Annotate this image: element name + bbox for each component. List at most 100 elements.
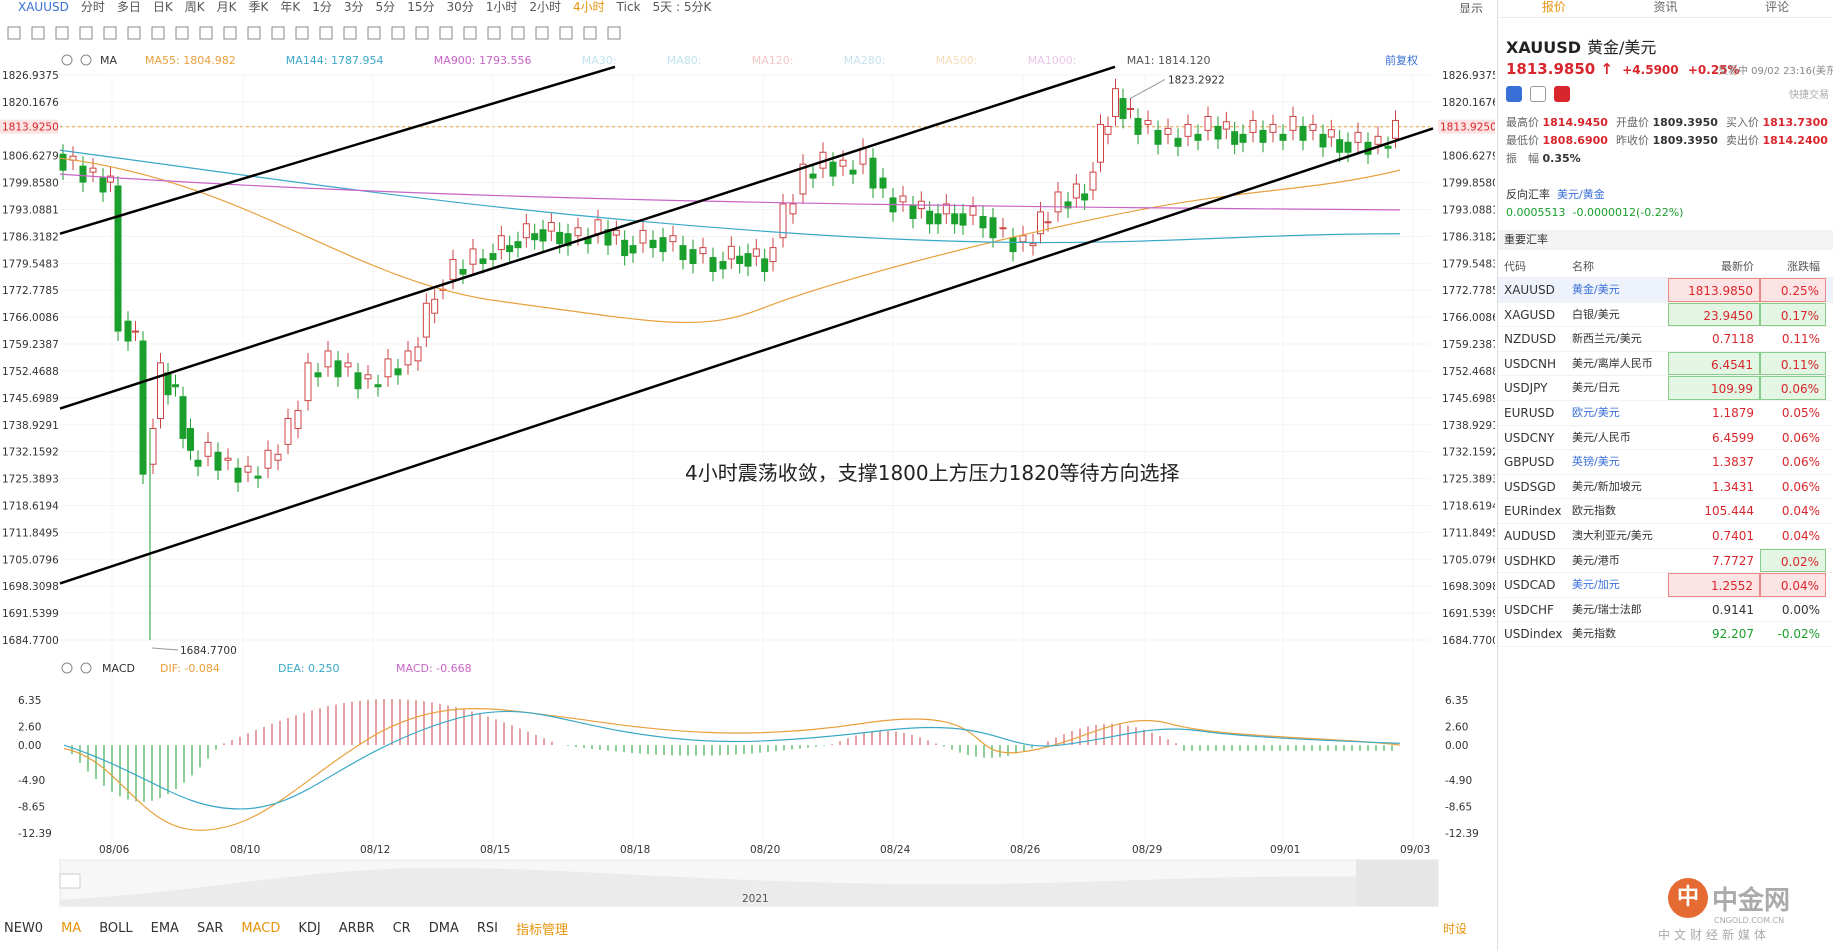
column-header[interactable]: 代码 bbox=[1498, 256, 1568, 277]
indicator-rsi[interactable]: RSI bbox=[477, 921, 498, 936]
period-14[interactable]: 4小时 bbox=[573, 0, 605, 13]
show-menu[interactable]: 显示 bbox=[1459, 0, 1483, 13]
period-13[interactable]: 2小时 bbox=[529, 0, 561, 13]
table-row[interactable]: EURindex 欧元指数 105.444 0.04% bbox=[1498, 499, 1833, 524]
indicator-manage-button[interactable]: 指标管理 bbox=[516, 919, 568, 938]
column-header[interactable]: 名称 bbox=[1568, 256, 1668, 277]
period-10[interactable]: 15分 bbox=[407, 0, 434, 13]
row-name: 新西兰元/美元 bbox=[1572, 332, 1642, 346]
indicator-sar[interactable]: SAR bbox=[197, 921, 223, 936]
navigator-window[interactable] bbox=[1356, 860, 1438, 906]
indicator-kdj[interactable]: KDJ bbox=[298, 921, 320, 936]
table-row[interactable]: USDHKD 美元/港币 7.7727 0.02% bbox=[1498, 548, 1833, 574]
globe-icon[interactable] bbox=[1506, 86, 1522, 102]
tool-icon[interactable] bbox=[223, 26, 237, 40]
period-7[interactable]: 1分 bbox=[312, 0, 332, 13]
tool-icon[interactable] bbox=[583, 26, 597, 40]
tool-icon[interactable] bbox=[367, 26, 381, 40]
tool-icon[interactable] bbox=[439, 26, 453, 40]
table-row[interactable]: USDCNH 美元/离岸人民币 6.4541 0.11% bbox=[1498, 351, 1833, 377]
reverse-pair-link[interactable]: 美元/黄金 bbox=[1557, 188, 1605, 201]
close-icon[interactable] bbox=[80, 54, 92, 66]
period-15[interactable]: Tick bbox=[617, 0, 641, 13]
chart-svg[interactable]: MA MA55: 1804.982 MA144: 1787.954 MA900: 17… bbox=[0, 0, 1495, 950]
quick-trade-button[interactable]: 快捷交易 bbox=[1789, 86, 1829, 101]
tool-icon[interactable] bbox=[175, 26, 189, 40]
table-row[interactable]: GBPUSD 英镑/美元 1.3837 0.06% bbox=[1498, 450, 1833, 475]
tool-icon[interactable] bbox=[535, 26, 549, 40]
column-header[interactable]: 涨跌幅 bbox=[1760, 256, 1826, 277]
tool-icon[interactable] bbox=[7, 26, 21, 40]
chart-area[interactable]: MA MA55: 1804.982 MA144: 1787.954 MA900: 17… bbox=[0, 0, 1495, 950]
tool-icon[interactable] bbox=[103, 26, 117, 40]
period-8[interactable]: 3分 bbox=[344, 0, 364, 13]
time-setting-button[interactable]: 时设 bbox=[1443, 920, 1467, 937]
tool-icon[interactable] bbox=[319, 26, 333, 40]
period-6[interactable]: 年K bbox=[280, 0, 300, 13]
indicator-macd[interactable]: MACD bbox=[241, 921, 280, 936]
tool-icon[interactable] bbox=[487, 26, 501, 40]
settings-icon[interactable] bbox=[61, 54, 73, 66]
tool-icon[interactable] bbox=[391, 26, 405, 40]
indicator-ema[interactable]: EMA bbox=[151, 921, 179, 936]
indicator-dma[interactable]: DMA bbox=[429, 921, 459, 936]
tool-icon[interactable] bbox=[511, 26, 525, 40]
period-0[interactable]: 分时 bbox=[81, 0, 105, 13]
macd-close-icon[interactable] bbox=[80, 662, 92, 674]
period-5[interactable]: 季K bbox=[249, 0, 269, 13]
tool-icon[interactable] bbox=[127, 26, 141, 40]
period-9[interactable]: 5分 bbox=[376, 0, 396, 13]
period-1[interactable]: 多日 bbox=[117, 0, 141, 13]
period-4[interactable]: 月K bbox=[217, 0, 237, 13]
table-row[interactable]: USDCHF 美元/瑞士法郎 0.9141 0.00% bbox=[1498, 598, 1833, 623]
candle-body bbox=[959, 213, 967, 226]
symbol-selector[interactable]: XAUUSD bbox=[18, 0, 69, 13]
tab-0[interactable]: 报价 bbox=[1498, 0, 1610, 17]
table-row[interactable]: USDJPY 美元/日元 109.99 0.06% bbox=[1498, 376, 1833, 401]
tool-icon[interactable] bbox=[343, 26, 357, 40]
table-row[interactable]: EURUSD 欧元/美元 1.1879 0.05% bbox=[1498, 401, 1833, 426]
indicator-cr[interactable]: CR bbox=[393, 921, 411, 936]
heart-icon[interactable] bbox=[1554, 86, 1570, 102]
tool-icon[interactable] bbox=[247, 26, 261, 40]
tool-icon[interactable] bbox=[271, 26, 285, 40]
period-2[interactable]: 日K bbox=[153, 0, 173, 13]
trend-line[interactable] bbox=[59, 65, 616, 235]
tool-icon[interactable] bbox=[199, 26, 213, 40]
period-12[interactable]: 1小时 bbox=[486, 0, 518, 13]
table-row[interactable]: USDSGD 美元/新加坡元 1.3431 0.06% bbox=[1498, 475, 1833, 500]
indicator-arbr[interactable]: ARBR bbox=[339, 921, 375, 936]
tool-icon[interactable] bbox=[415, 26, 429, 40]
tool-icon[interactable] bbox=[79, 26, 93, 40]
period-16[interactable]: 5天 : 5分K bbox=[653, 0, 712, 13]
tool-icon[interactable] bbox=[55, 26, 69, 40]
indicator-new0[interactable]: NEW0 bbox=[4, 921, 43, 936]
column-header[interactable]: 最新价 bbox=[1668, 256, 1760, 277]
table-row[interactable]: XAGUSD 白银/美元 23.9450 0.17% bbox=[1498, 302, 1833, 328]
table-row[interactable]: USDCNY 美元/人民币 6.4599 0.06% bbox=[1498, 426, 1833, 451]
macd-settings-icon[interactable] bbox=[61, 662, 73, 674]
table-row[interactable]: USDindex 美元指数 92.207 -0.02% bbox=[1498, 622, 1833, 647]
indicator-ma[interactable]: MA bbox=[61, 921, 81, 936]
tab-1[interactable]: 资讯 bbox=[1610, 0, 1722, 17]
table-row[interactable]: USDCAD 美元/加元 1.2552 0.04% bbox=[1498, 573, 1833, 598]
table-row[interactable]: NZDUSD 新西兰元/美元 0.7118 0.11% bbox=[1498, 327, 1833, 352]
tool-icon[interactable] bbox=[31, 26, 45, 40]
tool-icon[interactable] bbox=[607, 26, 621, 40]
tab-2[interactable]: 评论 bbox=[1721, 0, 1833, 17]
period-11[interactable]: 30分 bbox=[446, 0, 473, 13]
adjust-price-button[interactable]: 前复权 bbox=[1385, 53, 1418, 67]
navigator-handle-icon[interactable] bbox=[59, 873, 81, 889]
table-row[interactable]: AUDUSD 澳大利亚元/美元 0.7401 0.04% bbox=[1498, 524, 1833, 549]
tool-icon[interactable] bbox=[295, 26, 309, 40]
trend-line[interactable] bbox=[59, 65, 1116, 410]
tool-icon[interactable] bbox=[151, 26, 165, 40]
calendar-icon[interactable] bbox=[1530, 86, 1546, 102]
table-row[interactable]: XAUUSD 黄金/美元 1813.9850 0.25% bbox=[1498, 278, 1833, 303]
trend-line[interactable] bbox=[59, 127, 1434, 585]
tool-icon[interactable] bbox=[463, 26, 477, 40]
tool-icon[interactable] bbox=[559, 26, 573, 40]
candle-body bbox=[59, 153, 67, 171]
indicator-boll[interactable]: BOLL bbox=[99, 921, 132, 936]
period-3[interactable]: 周K bbox=[185, 0, 205, 13]
